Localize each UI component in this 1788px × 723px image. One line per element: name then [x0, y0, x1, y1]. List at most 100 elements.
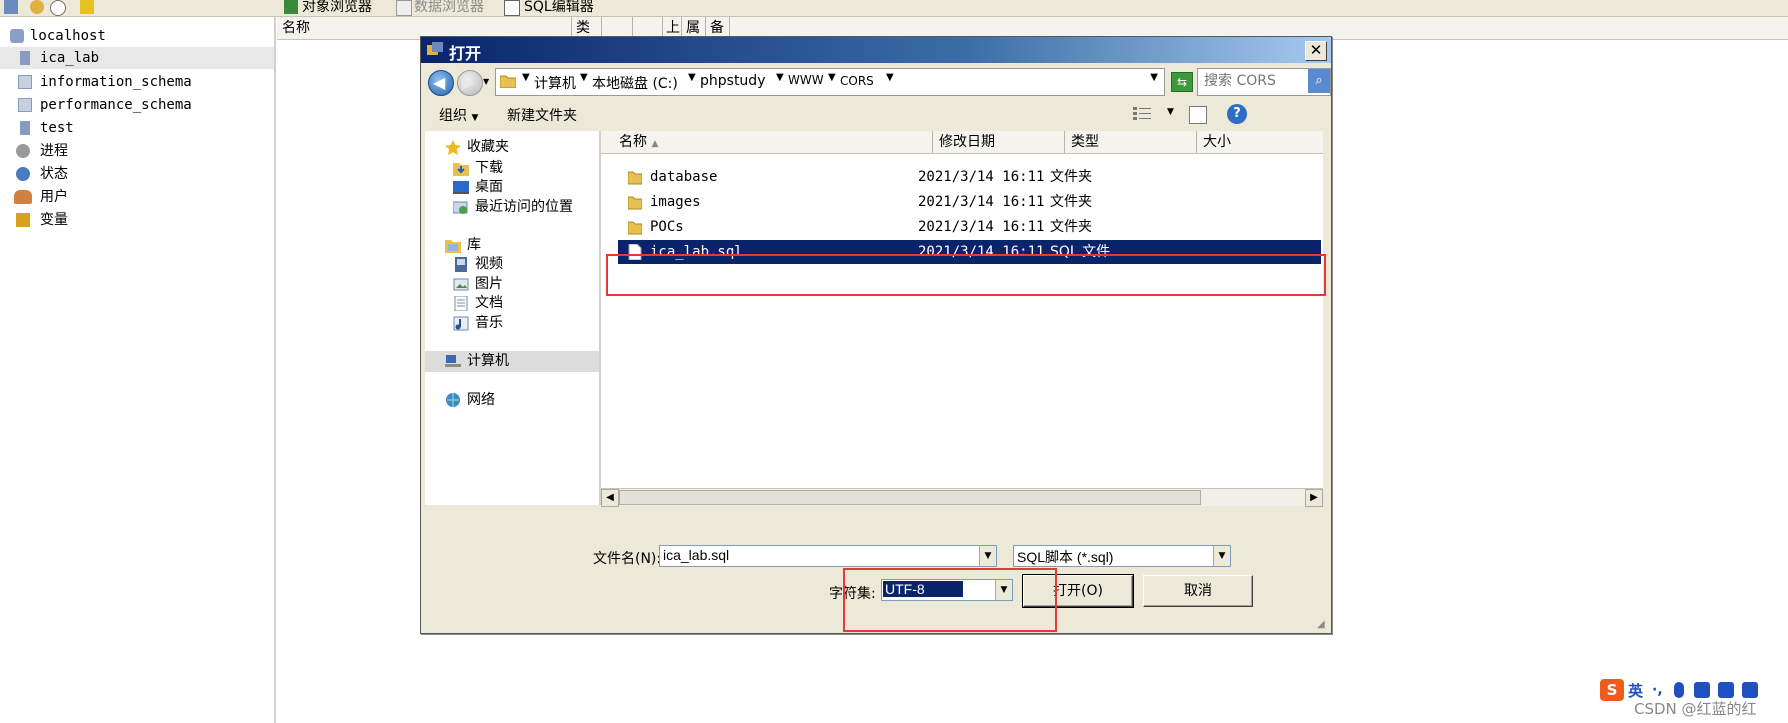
file-row-database[interactable]: database 2021/3/14 16:11 文件夹	[618, 165, 1321, 189]
close-button[interactable]: ✕	[1305, 41, 1327, 61]
tree-item-performance-schema[interactable]: performance_schema	[0, 94, 274, 116]
sql-editor-icon	[504, 0, 520, 16]
breadcrumb-computer[interactable]: 计算机	[534, 73, 576, 93]
filetype-select[interactable]: SQL脚本 (*.sql) ▼	[1013, 545, 1231, 567]
data-browser-icon	[396, 0, 412, 16]
tree-item-processes[interactable]: 进程	[0, 140, 274, 162]
breadcrumb-cors[interactable]: CORS	[840, 74, 874, 88]
nav-computer[interactable]: 计算机	[425, 351, 599, 372]
tab-object-browser[interactable]: 对象浏览器	[302, 0, 372, 16]
view-options-icon[interactable]	[1133, 107, 1151, 121]
search-button[interactable]: ⌕	[1308, 69, 1330, 93]
sogou-logo-icon[interactable]: S	[1600, 679, 1624, 701]
variable-icon	[16, 213, 30, 227]
chevron-down-icon[interactable]: ▼	[1213, 546, 1230, 566]
file-row-pocs[interactable]: POCs 2021/3/14 16:11 文件夹	[618, 215, 1321, 239]
folder-icon	[628, 221, 642, 235]
column-header-date[interactable]: 修改日期	[933, 131, 1065, 153]
tree-item-status[interactable]: 状态	[0, 163, 274, 185]
help-icon[interactable]: ?	[1227, 104, 1247, 124]
nav-favorites[interactable]: 收藏夹	[425, 137, 599, 158]
key-icon[interactable]	[80, 0, 94, 14]
arrow-right-icon: ▶	[462, 73, 475, 92]
watermark: CSDN @红蓝的红	[1634, 700, 1757, 718]
folder-icon	[628, 171, 642, 185]
file-list-header: 名称 ▲ 修改日期 类型 大小	[601, 131, 1323, 154]
resize-grip-icon[interactable]: ◢	[1317, 619, 1329, 631]
cancel-button[interactable]: 取消	[1143, 575, 1253, 607]
tree-item-ica-lab[interactable]: ica_lab	[0, 47, 274, 69]
object-tree: localhost ica_lab information_schema per…	[0, 17, 276, 723]
desktop-icon	[453, 181, 469, 194]
nav-documents[interactable]: 文档	[425, 293, 599, 314]
nav-videos[interactable]: 视频	[425, 254, 599, 275]
documents-icon	[454, 296, 468, 311]
chevron-down-icon[interactable]: ▼	[828, 72, 836, 83]
chevron-down-icon[interactable]: ▼	[580, 72, 588, 83]
tree-item-localhost[interactable]: localhost	[0, 25, 274, 47]
breadcrumb-phpstudy[interactable]: phpstudy	[700, 73, 765, 89]
refresh-button[interactable]: ⇆	[1171, 72, 1193, 92]
keyboard-icon[interactable]	[1694, 682, 1710, 698]
tab-sql-editor[interactable]: SQL编辑器	[524, 0, 594, 16]
status-icon	[16, 167, 30, 181]
scroll-right-icon[interactable]: ▶	[1305, 489, 1323, 507]
tree-view-icon[interactable]	[4, 0, 18, 14]
history-dropdown-icon[interactable]: ▼	[483, 77, 489, 86]
clock-icon[interactable]	[50, 0, 66, 16]
column-header-size[interactable]: 大小	[1197, 131, 1323, 153]
refresh-icon: ⇆	[1176, 75, 1188, 89]
dialog-title-bar[interactable]: 打开 ✕	[421, 37, 1331, 63]
nav-music[interactable]: 音乐	[425, 313, 599, 334]
object-browser-icon	[284, 0, 298, 14]
microphone-icon[interactable]	[1674, 682, 1684, 698]
file-row-images[interactable]: images 2021/3/14 16:11 文件夹	[618, 190, 1321, 214]
tree-item-users[interactable]: 用户	[0, 186, 274, 208]
breadcrumb-www[interactable]: WWW	[788, 73, 824, 87]
database-icon	[18, 98, 32, 112]
filename-label: 文件名(N):	[593, 551, 662, 567]
nav-libraries[interactable]: 库	[425, 235, 599, 256]
main-toolbar: 对象浏览器 数据浏览器 SQL编辑器	[0, 0, 1788, 17]
column-header-type[interactable]: 类型	[1065, 131, 1197, 153]
new-folder-button[interactable]: 新建文件夹	[507, 105, 577, 125]
column-header-name[interactable]: 名称 ▲	[601, 131, 933, 153]
filename-field[interactable]: ica_lab.sql ▼	[659, 545, 997, 567]
search-input[interactable]	[1204, 72, 1310, 90]
preview-pane-icon[interactable]	[1189, 106, 1207, 124]
nav-downloads[interactable]: 下载	[425, 158, 599, 179]
refresh-icon[interactable]	[30, 0, 44, 14]
chevron-down-icon[interactable]: ▼	[688, 72, 696, 83]
nav-pictures[interactable]: 图片	[425, 274, 599, 295]
chevron-down-icon[interactable]: ▼	[979, 546, 996, 566]
forward-button[interactable]: ▶	[457, 70, 483, 96]
address-dropdown-icon[interactable]: ▼	[1150, 72, 1158, 83]
chevron-down-icon[interactable]: ▼	[776, 72, 784, 83]
tree-item-variables[interactable]: 变量	[0, 209, 274, 231]
skin-icon[interactable]	[1718, 682, 1734, 698]
arrow-left-icon: ◀	[433, 73, 446, 92]
toolbox-icon[interactable]	[1742, 682, 1758, 698]
breadcrumb-local-disk[interactable]: 本地磁盘 (C:)	[592, 73, 678, 93]
nav-network[interactable]: 网络	[425, 390, 599, 411]
video-icon	[455, 257, 467, 272]
breadcrumb[interactable]: ▼ 计算机 ▼ 本地磁盘 (C:) ▼ phpstudy ▼ WWW ▼ COR…	[495, 68, 1165, 96]
tab-data-browser[interactable]: 数据浏览器	[414, 0, 484, 16]
scroll-left-icon[interactable]: ◀	[601, 489, 619, 507]
back-button[interactable]: ◀	[428, 70, 454, 96]
tree-item-information-schema[interactable]: information_schema	[0, 71, 274, 93]
library-icon	[445, 240, 461, 253]
chevron-down-icon[interactable]: ▼	[522, 72, 530, 83]
tree-item-test[interactable]: test	[0, 117, 274, 139]
chevron-down-icon[interactable]: ▼	[886, 72, 894, 83]
nav-recent-places[interactable]: 最近访问的位置	[425, 197, 599, 218]
organize-button[interactable]: 组织 ▼	[439, 105, 478, 125]
process-icon	[16, 144, 30, 158]
scroll-thumb[interactable]	[619, 490, 1201, 505]
highlight-selected-file	[606, 254, 1326, 296]
recent-places-icon	[453, 201, 468, 214]
nav-desktop[interactable]: 桌面	[425, 177, 599, 198]
view-dropdown-icon[interactable]: ▼	[1167, 107, 1174, 117]
horizontal-scrollbar[interactable]: ◀ ▶	[601, 488, 1323, 507]
punctuation-icon[interactable]: ·,	[1652, 682, 1663, 698]
